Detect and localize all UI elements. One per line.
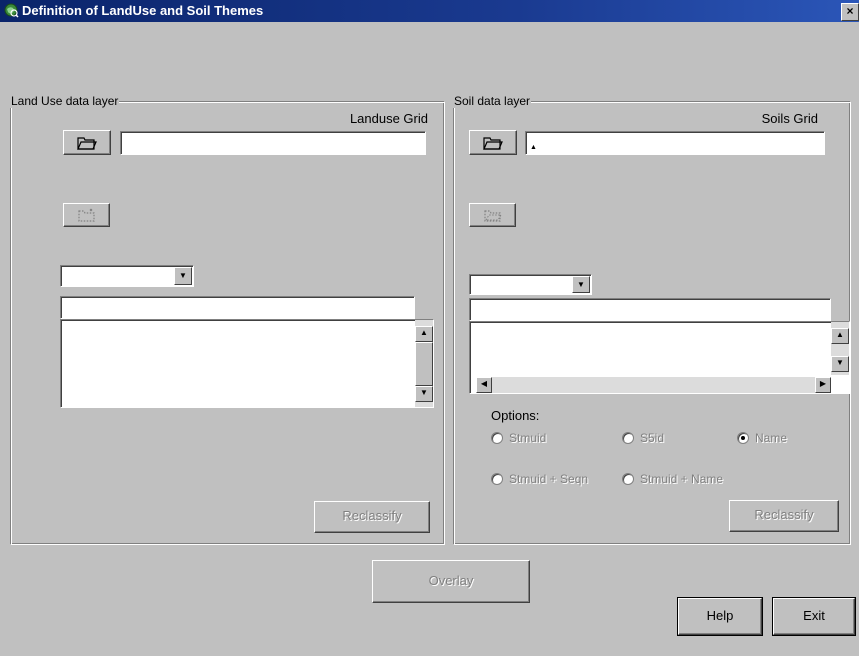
scroll-up-button[interactable]: ▲ — [831, 328, 849, 344]
globe-app-icon — [4, 3, 19, 18]
help-button[interactable]: Help — [677, 597, 763, 636]
radio-icon — [622, 432, 634, 444]
option-stmuid-name[interactable]: Stmuid + Name — [622, 472, 723, 486]
option-stmuid[interactable]: Stmuid — [491, 431, 546, 445]
option-stmuid-seqn[interactable]: Stmuid + Seqn — [491, 472, 588, 486]
close-button[interactable]: × — [841, 3, 859, 21]
radio-icon — [491, 473, 503, 485]
radio-icon — [491, 432, 503, 444]
chevron-down-icon: ▼ — [577, 280, 585, 289]
landuse-grid-label: Landuse Grid — [349, 111, 428, 126]
soil-list-vscrollbar[interactable]: ▲ ▼ — [831, 322, 849, 375]
landuse-list[interactable]: ▲ ▼ — [60, 319, 434, 408]
window-title: Definition of LandUse and Soil Themes — [22, 3, 264, 18]
exit-button[interactable]: Exit — [772, 597, 856, 636]
landuse-group-label: Land Use data layer — [10, 94, 120, 108]
chevron-down-icon: ▼ — [179, 271, 187, 280]
scroll-left-button[interactable]: ◀ — [476, 377, 492, 393]
landuse-reclassify-button[interactable]: Reclassify — [314, 501, 430, 533]
soil-group-label: Soil data layer — [453, 94, 532, 108]
soil-grid-label: Soils Grid — [761, 111, 818, 126]
radio-icon — [622, 473, 634, 485]
soil-reclassify-button[interactable]: Reclassify — [729, 500, 839, 532]
soil-list-hscrollbar[interactable]: ◀ ▶ — [476, 377, 831, 393]
soil-list[interactable]: ▲ ▼ ◀ ▶ — [469, 321, 850, 394]
landuse-open-table-button[interactable] — [63, 203, 110, 227]
folder-dotted-icon — [77, 208, 95, 222]
scroll-up-button[interactable]: ▲ — [415, 326, 433, 342]
folder-dotted-icon — [483, 210, 502, 222]
soil-open-table-button[interactable] — [469, 203, 516, 227]
chevron-left-icon: ◀ — [480, 379, 488, 388]
landuse-text-field[interactable] — [60, 296, 415, 319]
title-bar: Definition of LandUse and Soil Themes × — [0, 0, 859, 22]
landuse-open-grid-button[interactable] — [63, 130, 111, 155]
chevron-down-icon: ▼ — [420, 388, 428, 397]
soil-dropdown-button[interactable]: ▼ — [572, 276, 590, 293]
scroll-down-button[interactable]: ▼ — [415, 386, 433, 402]
overlay-button[interactable]: Overlay — [372, 560, 530, 603]
landuse-field-dropdown[interactable]: ▼ — [60, 265, 194, 287]
landuse-grid-path-field[interactable] — [120, 131, 426, 155]
landuse-dropdown-button[interactable]: ▼ — [174, 267, 192, 285]
soil-field-dropdown[interactable]: ▼ — [469, 274, 592, 295]
scroll-thumb[interactable] — [415, 342, 433, 386]
radio-checked-icon — [737, 432, 749, 444]
chevron-right-icon: ▶ — [819, 379, 827, 388]
soil-grid-path-field[interactable]: ▲ — [525, 131, 825, 155]
landuse-list-scrollbar[interactable]: ▲ ▼ — [415, 320, 433, 407]
options-label: Options: — [491, 408, 540, 423]
soil-text-field[interactable] — [469, 298, 831, 321]
text-cursor-icon: ▲ — [530, 144, 537, 151]
close-icon: × — [846, 4, 854, 18]
option-name[interactable]: Name — [737, 431, 787, 445]
soil-open-grid-button[interactable] — [469, 130, 517, 155]
chevron-up-icon: ▲ — [836, 330, 844, 339]
chevron-down-icon: ▼ — [836, 358, 844, 367]
folder-open-icon — [77, 137, 97, 150]
scroll-right-button[interactable]: ▶ — [815, 377, 831, 393]
chevron-up-icon: ▲ — [420, 328, 428, 337]
folder-open-icon — [483, 137, 503, 150]
scroll-down-button[interactable]: ▼ — [831, 356, 849, 372]
option-s5id[interactable]: S5id — [622, 431, 664, 445]
